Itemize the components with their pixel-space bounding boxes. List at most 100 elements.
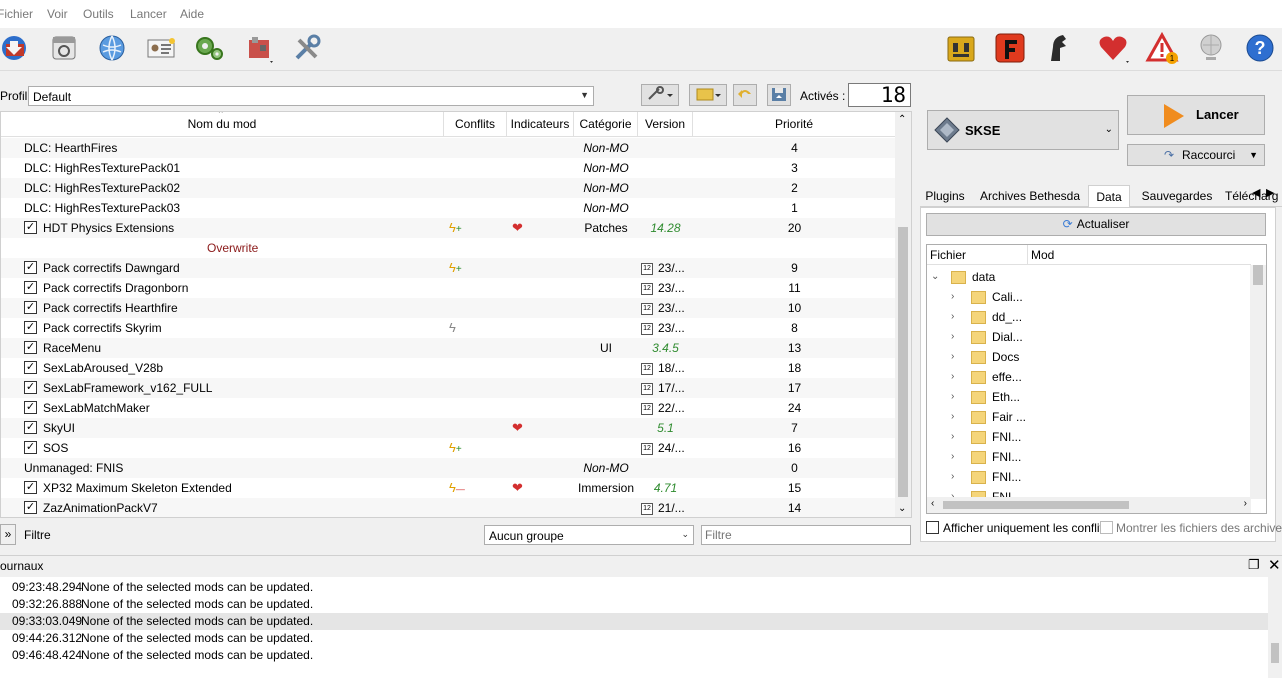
warning-icon[interactable]: 1 — [1145, 31, 1179, 65]
tab-scroll-left-icon[interactable]: ◀ — [1252, 186, 1260, 199]
profile-select[interactable]: Default ▼ — [28, 86, 594, 106]
scroll-down-icon[interactable]: ⌄ — [898, 503, 906, 514]
mod-tools-button[interactable] — [641, 84, 679, 106]
mod-row[interactable]: ✓ HDT Physics Extensions ϟ+ ❤ Patches 14.28 20 — [1, 218, 896, 238]
mod-row[interactable]: ✓ SkyUI ❤ 5.1 7 — [1, 418, 896, 438]
tree-folder-row[interactable]: › Docs — [927, 347, 1247, 367]
mod-row[interactable]: ✓ ZazAnimationPackV7 12 21/... 14 — [1, 498, 896, 517]
scroll-left-icon[interactable]: ‹ — [931, 498, 934, 509]
tree-vscroll[interactable] — [1250, 265, 1266, 499]
mod-filter-input[interactable] — [701, 525, 911, 545]
menu-lancer[interactable]: Lancer — [130, 7, 167, 21]
mod-row[interactable]: ✓ RaceMenu UI 3.4.5 13 — [1, 338, 896, 358]
mod-enabled-checkbox[interactable]: ✓ — [24, 341, 37, 354]
group-select[interactable]: Aucun groupe ⌄ — [484, 525, 694, 545]
mod-row[interactable]: ✓ SexLabAroused_V28b 12 18/... 18 — [1, 358, 896, 378]
mod-list[interactable]: Nom du mod Conflits Indicateurs Catégori… — [0, 111, 912, 518]
mod-row[interactable]: ✓ Pack correctifs Hearthfire 12 23/... 10 — [1, 298, 896, 318]
install-mod-icon[interactable] — [0, 31, 31, 65]
tree-folder-row[interactable]: › dd_... — [927, 307, 1247, 327]
float-icon[interactable]: ❐ — [1248, 557, 1260, 573]
settings-icon[interactable] — [290, 31, 324, 65]
nexus-icon[interactable] — [47, 31, 81, 65]
ini-editor-icon[interactable] — [944, 31, 978, 65]
tab-plugins[interactable]: Plugins — [920, 185, 970, 207]
tree-folder-row[interactable]: › Cali... — [927, 287, 1247, 307]
mod-enabled-checkbox[interactable]: ✓ — [24, 281, 37, 294]
mod-row[interactable]: ✓ SexLabFramework_v162_FULL 12 17/... 17 — [1, 378, 896, 398]
mod-row[interactable]: Unmanaged: FNIS Non-MO 0 — [1, 458, 896, 478]
data-tree[interactable]: Fichier Mod ⌄ data › Cali... › dd_... › Dial.… — [926, 244, 1267, 514]
mod-enabled-checkbox[interactable]: ✓ — [24, 401, 37, 414]
mod-enabled-checkbox[interactable]: ✓ — [24, 481, 37, 494]
mod-enabled-checkbox[interactable]: ✓ — [24, 441, 37, 454]
mod-row[interactable]: ✓ Pack correctifs Dragonborn 12 23/... 11 — [1, 278, 896, 298]
log-vscroll[interactable] — [1268, 577, 1282, 678]
tree-folder-row[interactable]: › effe... — [927, 367, 1247, 387]
close-icon[interactable]: ✕ — [1268, 556, 1281, 574]
profiles-icon[interactable] — [144, 31, 178, 65]
tree-folder-row[interactable]: › Eth... — [927, 387, 1247, 407]
mod-row[interactable]: DLC: HighResTexturePack01 Non-MO 3 — [1, 158, 896, 178]
column-header-flags[interactable]: Indicateurs — [507, 112, 574, 137]
log-row[interactable]: 09:33:03.049 None of the selected mods ca… — [0, 613, 1268, 630]
refresh-button[interactable]: ⟳ Actualiser — [926, 213, 1266, 236]
tree-folder-row[interactable]: › FNI... — [927, 467, 1247, 487]
browser-icon[interactable] — [95, 31, 129, 65]
menu-outils[interactable]: Outils — [83, 7, 114, 21]
network-icon[interactable] — [1194, 31, 1228, 65]
only-conflicts-checkbox[interactable] — [926, 521, 939, 534]
tree-folder-row[interactable]: › FNI... — [927, 447, 1247, 467]
scroll-right-icon[interactable]: › — [1244, 498, 1247, 509]
log-row[interactable]: 09:32:26.888 None of the selected mods ca… — [0, 596, 1268, 613]
mod-enabled-checkbox[interactable]: ✓ — [24, 261, 37, 274]
scrollbar-thumb[interactable] — [1253, 265, 1263, 285]
log-row[interactable]: 09:44:26.312 None of the selected mods ca… — [0, 630, 1268, 647]
tree-hscroll[interactable]: ‹ › — [927, 497, 1251, 513]
scrollbar-thumb[interactable] — [898, 227, 908, 497]
show-archives-checkbox[interactable] — [1100, 521, 1113, 534]
restore-backup-button[interactable] — [733, 84, 757, 106]
heart-icon[interactable] — [1096, 31, 1130, 65]
scrollbar-thumb[interactable] — [943, 501, 1129, 509]
knight-icon[interactable] — [1041, 31, 1075, 65]
toggle-panel-button[interactable]: » — [0, 524, 16, 545]
mod-enabled-checkbox[interactable]: ✓ — [24, 421, 37, 434]
mod-row[interactable]: Overwrite — [1, 238, 896, 258]
mod-enabled-checkbox[interactable]: ✓ — [24, 321, 37, 334]
scroll-up-icon[interactable]: ⌃ — [898, 114, 906, 125]
mod-row[interactable]: ✓ Pack correctifs Skyrim ϟ 12 23/... 8 — [1, 318, 896, 338]
menu-aide[interactable]: Aide — [180, 7, 204, 21]
open-folder-button[interactable] — [689, 84, 727, 106]
log-list[interactable]: 09:23:48.294 None of the selected mods ca… — [0, 577, 1282, 678]
log-row[interactable]: 09:23:48.294 None of the selected mods ca… — [0, 579, 1268, 596]
tree-folder-row[interactable]: › Fair ... — [927, 407, 1247, 427]
mod-row[interactable]: ✓ Pack correctifs Dawngard ϟ+ 12 23/... 9 — [1, 258, 896, 278]
help-icon[interactable]: ? — [1243, 31, 1277, 65]
log-row[interactable]: 09:46:48.424 None of the selected mods ca… — [0, 647, 1268, 664]
mod-row[interactable]: ✓ SexLabMatchMaker 12 22/... 24 — [1, 398, 896, 418]
tree-folder-row[interactable]: › FNI... — [927, 427, 1247, 447]
mod-enabled-checkbox[interactable]: ✓ — [24, 361, 37, 374]
tab-saves[interactable]: Sauvegardes — [1134, 185, 1220, 207]
tree-folder-row[interactable]: › Dial... — [927, 327, 1247, 347]
tools-icon[interactable] — [242, 31, 276, 65]
column-header-priority[interactable]: Priorité — [693, 112, 896, 137]
column-header-mod[interactable]: Mod — [1031, 248, 1054, 262]
menu-fichier[interactable]: Fichier — [0, 7, 33, 21]
mod-row[interactable]: DLC: HighResTexturePack03 Non-MO 1 — [1, 198, 896, 218]
mod-row[interactable]: DLC: HighResTexturePack02 Non-MO 2 — [1, 178, 896, 198]
column-header-file[interactable]: Fichier — [930, 248, 966, 262]
mod-row[interactable]: DLC: HearthFires Non-MO 4 — [1, 138, 896, 158]
executables-icon[interactable] — [192, 31, 226, 65]
mod-row[interactable]: ✓ SOS ϟ+ 12 24/... 16 — [1, 438, 896, 458]
shortcut-button[interactable]: ↷ Raccourci ▼ — [1127, 144, 1265, 166]
mod-enabled-checkbox[interactable]: ✓ — [24, 301, 37, 314]
mod-row[interactable]: ✓ XP32 Maximum Skeleton Extended ϟ— ❤ Immers… — [1, 478, 896, 498]
mod-list-scrollbar[interactable]: ⌃ ⌄ — [895, 112, 911, 517]
menu-voir[interactable]: Voir — [47, 7, 68, 21]
f-icon[interactable] — [993, 31, 1027, 65]
tab-scroll-right-icon[interactable]: ▶ — [1266, 186, 1274, 199]
tab-data[interactable]: Data — [1088, 185, 1130, 208]
mod-enabled-checkbox[interactable]: ✓ — [24, 501, 37, 514]
